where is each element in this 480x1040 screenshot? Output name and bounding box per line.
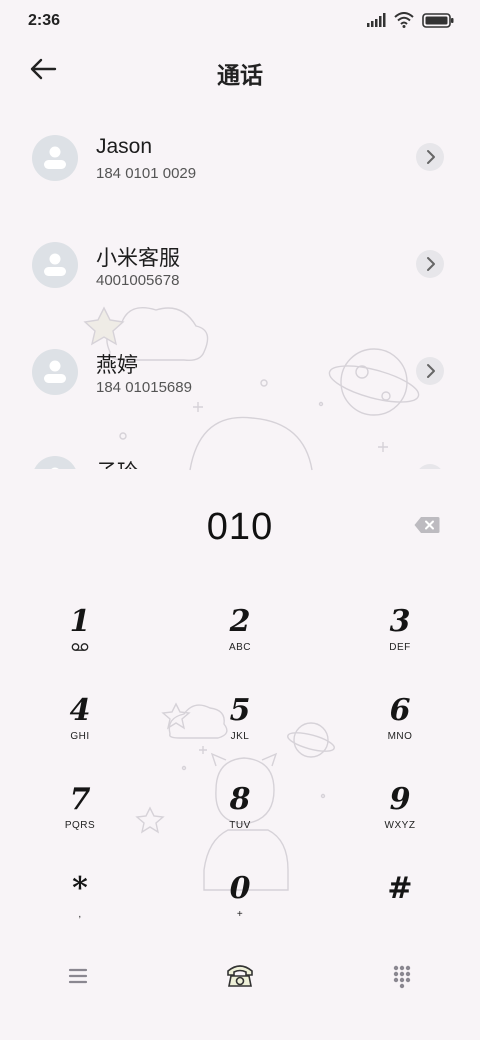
key-digit: # (387, 871, 413, 906)
status-time: 2:36 (28, 12, 61, 29)
chevron-right-icon (427, 257, 435, 271)
avatar (32, 135, 78, 181)
key-7[interactable]: 7 PQRS (0, 768, 160, 856)
key-digit: 7 (69, 782, 91, 817)
contact-name: 子玲 (96, 456, 138, 469)
contact-number: 4001005678 (96, 272, 180, 289)
menu-icon (68, 968, 88, 984)
key-3[interactable]: 3 DEF (320, 590, 480, 678)
voicemail-icon (0, 642, 160, 656)
key-letters: ABC (228, 642, 252, 653)
key-8[interactable]: 8 TUV (160, 768, 320, 856)
key-letters: , (78, 909, 82, 920)
keypad: 1 2 ABC 3 DEF 4 GHI 5 JKL 6 MNO 7 PQRS 8… (0, 590, 480, 940)
contact-name: Jason (96, 135, 153, 158)
key-digit: 0 (229, 871, 251, 906)
contact-detail-button[interactable] (416, 357, 444, 385)
key-digit: 4 (69, 693, 91, 728)
key-letters (320, 909, 480, 923)
key-letters: TUV (229, 820, 251, 831)
avatar (32, 242, 78, 288)
bottom-bar (0, 950, 480, 1000)
key-letters: GHI (70, 731, 90, 742)
key-digit: 9 (389, 782, 411, 817)
key-1[interactable]: 1 (0, 590, 160, 678)
key-digit: 5 (229, 693, 251, 728)
key-5[interactable]: 5 JKL (160, 679, 320, 767)
contact-row[interactable]: 小米客服 4001005678 (0, 222, 480, 312)
key-letters: WXYZ (384, 820, 416, 831)
contact-detail-button[interactable] (416, 250, 444, 278)
person-icon (44, 360, 66, 383)
backspace-icon (414, 517, 440, 533)
chevron-right-icon (427, 150, 435, 164)
signal-icon (367, 13, 386, 27)
telephone-icon (227, 965, 253, 987)
avatar (32, 456, 78, 469)
contact-name: 小米客服 (96, 247, 180, 270)
key-digit: * (72, 871, 88, 906)
contact-number: 184 01015689 (96, 379, 192, 396)
chevron-right-icon (427, 364, 435, 378)
status-icons (366, 12, 454, 28)
key-9[interactable]: 9 WXYZ (320, 768, 480, 856)
key-0[interactable]: 0 + (160, 857, 320, 945)
wifi-icon (394, 12, 414, 28)
key-star[interactable]: * , (0, 857, 160, 945)
dialpad-icon (393, 965, 411, 989)
key-4[interactable]: 4 GHI (0, 679, 160, 767)
contact-row[interactable]: 燕婷 184 01015689 (0, 329, 480, 419)
dial-display: 010 (0, 502, 480, 556)
key-2[interactable]: 2 ABC (160, 590, 320, 678)
key-letters: + (236, 909, 244, 920)
contact-detail-button[interactable] (416, 143, 444, 171)
person-icon (44, 253, 66, 276)
contact-detail-button[interactable] (416, 464, 444, 469)
key-hash[interactable]: # (320, 857, 480, 945)
contact-row[interactable]: Jason 184 0101 0029 (0, 115, 480, 205)
header: 通话 (0, 44, 480, 96)
avatar (32, 349, 78, 395)
key-digit: 2 (229, 604, 251, 639)
person-icon (44, 146, 66, 169)
key-letters: DEF (389, 642, 411, 653)
status-bar: 2:36 (0, 0, 480, 42)
contact-number: 184 0101 0029 (96, 165, 197, 182)
contact-row[interactable]: 子玲 (0, 436, 480, 469)
dialpad-button[interactable] (382, 958, 422, 992)
contact-list: Jason 184 0101 0029 小米客服 4001005678 燕婷 1… (0, 115, 480, 469)
key-6[interactable]: 6 MNO (320, 679, 480, 767)
chevron-right-icon (416, 464, 444, 469)
battery-icon (422, 12, 454, 28)
key-digit: 6 (389, 693, 411, 728)
dialed-number: 010 (206, 506, 274, 548)
call-button[interactable] (220, 958, 260, 992)
key-digit: 8 (229, 782, 251, 817)
backspace-button[interactable] (414, 516, 440, 534)
contact-name: 燕婷 (96, 354, 138, 377)
menu-button[interactable] (58, 958, 98, 992)
person-icon (51, 467, 59, 469)
page-title: 通话 (217, 62, 263, 88)
key-letters: PQRS (64, 820, 96, 831)
key-letters: MNO (387, 731, 413, 742)
key-digit: 3 (389, 604, 411, 639)
key-letters: JKL (230, 731, 250, 742)
key-digit: 1 (69, 604, 91, 639)
